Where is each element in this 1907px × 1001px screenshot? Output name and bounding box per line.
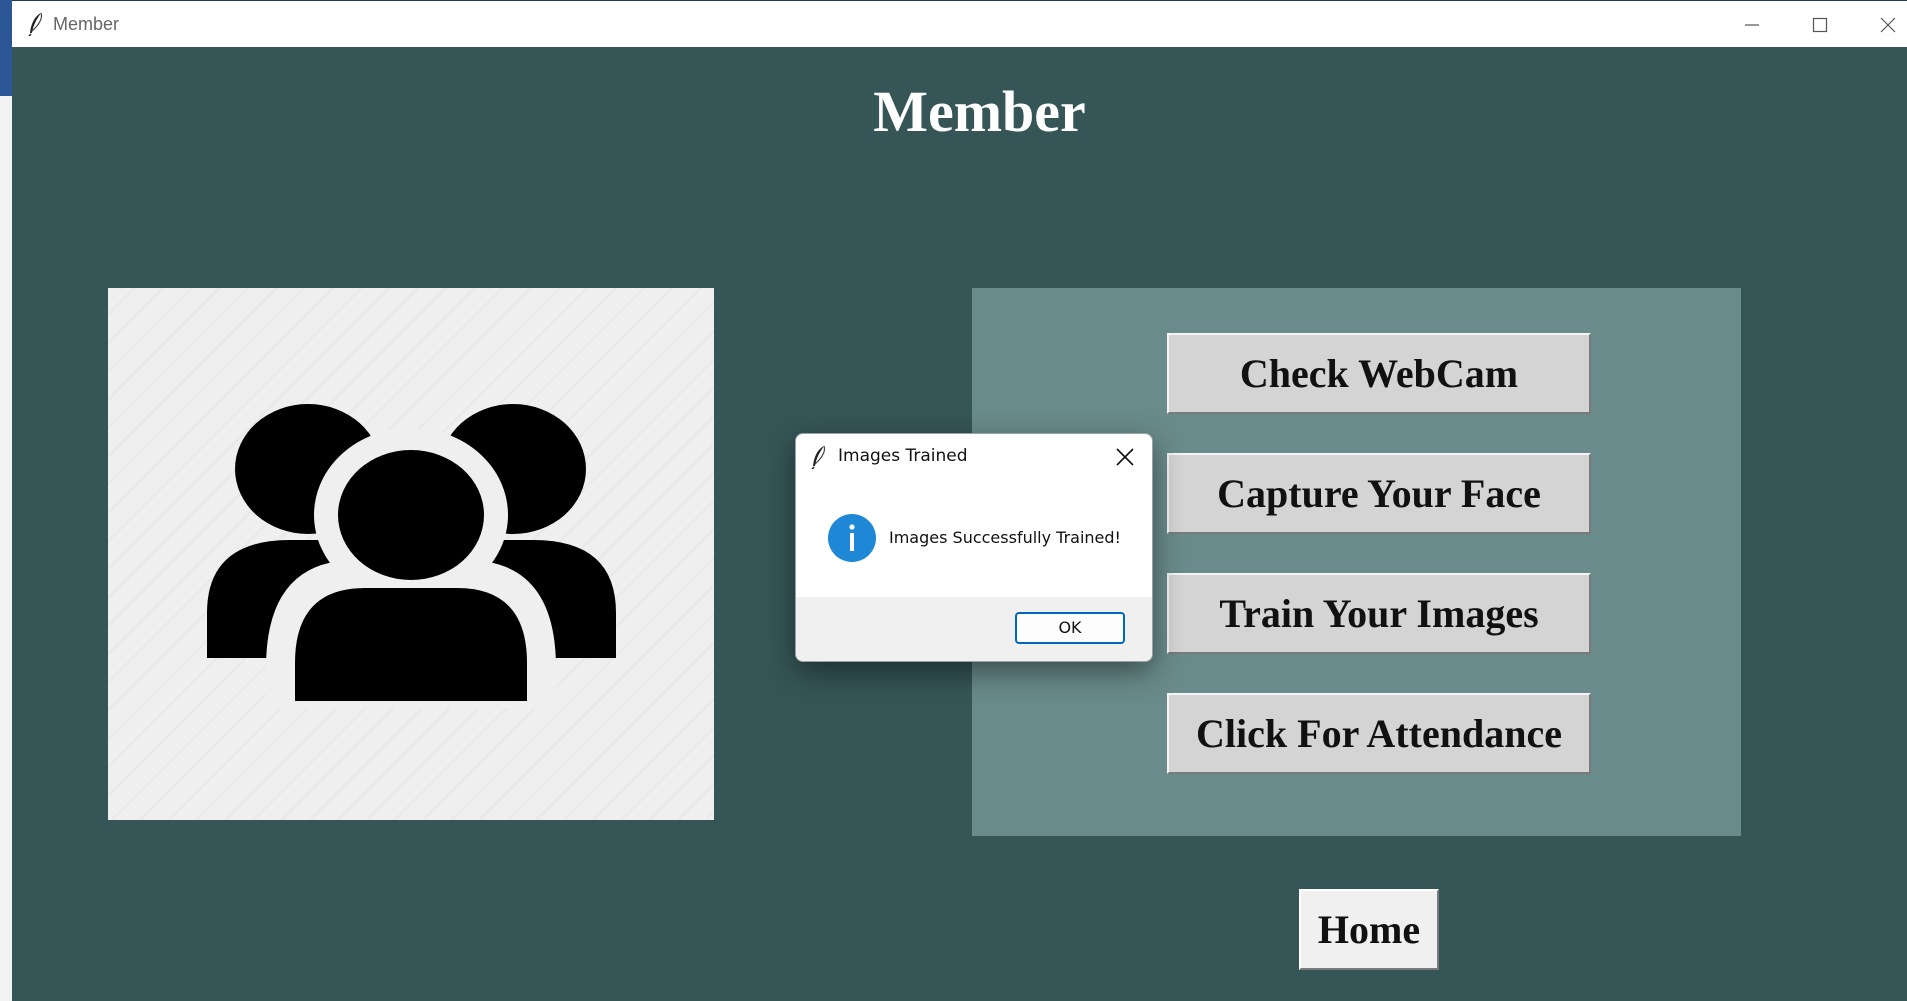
home-button[interactable]: Home [1299, 889, 1439, 970]
users-group-icon [207, 404, 616, 708]
images-trained-dialog: Images Trained Images Successfully Train… [795, 433, 1153, 662]
dialog-message: Images Successfully Trained! [889, 528, 1121, 547]
feather-icon [811, 445, 826, 469]
maximize-button[interactable] [1785, 1, 1853, 47]
attendance-button[interactable]: Click For Attendance [1167, 693, 1591, 774]
train-images-button[interactable]: Train Your Images [1167, 573, 1591, 654]
close-icon[interactable] [1114, 446, 1136, 468]
desktop-window-edge [0, 0, 12, 96]
minimize-icon [1745, 24, 1759, 26]
member-image-panel [108, 288, 714, 820]
check-webcam-button[interactable]: Check WebCam [1167, 333, 1591, 414]
window-title: Member [53, 14, 120, 34]
title-bar[interactable]: Member [12, 0, 1907, 47]
page-title: Member [873, 79, 1086, 144]
maximize-icon [1812, 17, 1828, 33]
info-icon [828, 514, 876, 562]
close-icon [1880, 17, 1896, 33]
ok-button[interactable]: OK [1015, 612, 1125, 644]
minimize-button[interactable] [1717, 1, 1785, 47]
capture-face-button[interactable]: Capture Your Face [1167, 453, 1591, 534]
close-window-button[interactable] [1853, 1, 1907, 47]
desktop-background [0, 0, 12, 1001]
feather-icon [28, 12, 43, 36]
dialog-title: Images Trained [838, 446, 968, 466]
